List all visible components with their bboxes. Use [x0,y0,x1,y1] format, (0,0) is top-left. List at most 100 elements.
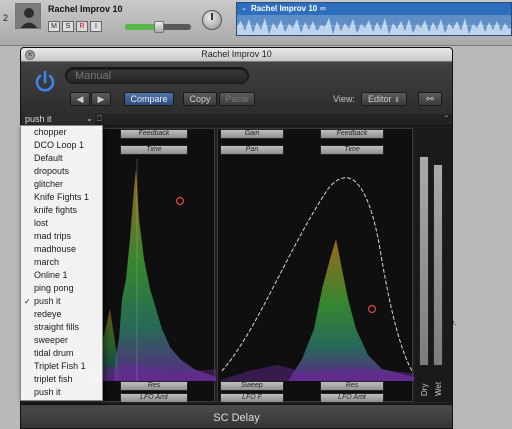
preset-item[interactable]: lost [21,217,102,230]
left-feedback-label: Feedback [120,129,188,139]
preset-item[interactable]: dropouts [21,165,102,178]
preset-item[interactable]: mad trips [21,230,102,243]
copy-button[interactable]: Copy [183,92,217,106]
previous-preset-button[interactable]: ◀ [70,92,90,106]
preset-item[interactable]: Default [21,152,102,165]
preset-item-label: ping pong [34,283,74,293]
track-icon[interactable] [15,3,41,29]
preset-item-label: Default [34,153,63,163]
preset-item-label: madhouse [34,244,77,254]
dry-label: Dry [420,383,429,396]
preset-item-label: glitcher [34,179,64,189]
left-time-label: Time [120,145,188,155]
next-preset-button[interactable]: ▶ [91,92,111,106]
record-button[interactable]: R [76,21,88,32]
audio-region[interactable]: ⌄ Rachel Improv 10 ∞ [236,2,512,36]
preset-item[interactable]: glitcher [21,178,102,191]
preset-item[interactable]: redeye [21,308,102,321]
chevron-updown-icon: ⇕ [394,97,400,104]
preset-item[interactable]: Online 1 [21,269,102,282]
preset-item[interactable]: push it [21,386,102,399]
preset-item-label: redeye [34,309,62,319]
left-res-label: Res [120,381,188,391]
waveform [237,18,511,35]
preset-name: Manual [75,70,112,82]
wet-slider[interactable] [433,164,443,366]
preset-item-label: chopper [34,127,67,137]
loop-icon: ∞ [320,4,326,13]
plugin-footer: SC Delay [21,404,452,428]
sweep-label: Sweep [220,381,284,391]
solo-button[interactable]: S [62,21,74,32]
track-name: Rachel Improv 10 [48,4,123,14]
link-button[interactable]: ⚯ [418,92,442,106]
compare-button[interactable]: Compare [124,92,174,106]
chevron-down-icon: ⌄ [86,114,93,123]
preset-item-label: lost [34,218,49,228]
preset-item-label: triplet fish [34,374,73,384]
preset-dropdown-menu: chopper DCO Loop 1 Default dropouts glit… [20,125,103,401]
preset-item[interactable]: madhouse [21,243,102,256]
preset-selector[interactable]: Manual [65,67,249,84]
person-icon [16,4,40,28]
track-number: 2 [3,13,9,23]
preset-item[interactable]: knife fights [21,204,102,217]
view-select[interactable]: Editor ⇕ [361,92,407,106]
preset-item-label: push it [34,387,61,397]
checkmark-icon: ✓ [24,297,31,306]
view-label: View: [333,94,355,104]
view-value: Editor [368,94,392,104]
left-lfo-amt-label: LFO Amt [120,393,188,403]
preset-item[interactable]: Triplet Fish 1 [21,360,102,373]
preset-item-label: sweeper [34,335,69,345]
right-lfo-amt-label: LFO Amt [320,393,384,403]
preset-item-label: Triplet Fish 1 [34,361,86,371]
wet-label: Wet [434,381,443,396]
pan-knob[interactable] [202,10,222,30]
preset-item-label: knife fights [34,205,78,215]
preset-search-value: push it [25,114,52,124]
pan-label: Pan [220,145,284,155]
preset-item-label: dropouts [34,166,70,176]
preset-item[interactable]: DCO Loop 1 [21,139,102,152]
preset-item[interactable]: tidal drum [21,347,102,360]
preset-item-label: push it [34,296,61,306]
preset-item[interactable]: sweeper [21,334,102,347]
preset-item-label: march [34,257,60,267]
volume-handle[interactable] [154,21,164,33]
dry-slider[interactable] [419,156,429,366]
right-feedback-label: Feedback [320,129,384,139]
right-delay-panel: Gain Pan Feedback Time Sweep LFO F Res L… [217,128,414,403]
gain-label: Gain [220,129,284,139]
plugin-toolbar: ⎕ ⌃ [95,114,452,126]
right-res-label: Res [320,381,384,391]
right-time-label: Time [320,145,384,155]
plugin-titlebar[interactable]: × Rachel Improv 10 [21,48,452,62]
plugin-name: SC Delay [213,412,260,424]
input-monitor-button[interactable]: I [90,21,102,32]
right-spectrum [218,177,414,381]
preset-item[interactable]: triplet fish [21,373,102,386]
mute-button[interactable]: M [48,21,60,32]
dry-wet-section: Dry Wet [415,128,452,402]
preset-item[interactable]: ping pong [21,282,102,295]
disclosure-icon: ⌄ [241,5,247,12]
region-title-bar: ⌄ Rachel Improv 10 ∞ [237,3,511,15]
plugin-header: Manual ◀ ▶ Compare Copy Paste View: Edit… [21,62,452,114]
lfo-freq-label: LFO F [220,393,284,403]
preset-item-label: Knife Fights 1 [34,192,90,202]
preset-item[interactable]: chopper [21,126,102,139]
preset-item[interactable]: march [21,256,102,269]
power-icon[interactable] [33,69,57,95]
preset-item-label: straight fills [34,322,80,332]
volume-fader[interactable] [125,21,191,33]
paste-button[interactable]: Paste [219,92,255,106]
track-header: 2 Rachel Improv 10 M S R I ⌄ Rachel Impr… [0,0,512,46]
preset-item[interactable]: Knife Fights 1 [21,191,102,204]
edge-icon: ⌃ [443,114,450,123]
link-icon: ⚯ [426,94,434,104]
preset-item-selected[interactable]: ✓ push it [21,295,102,308]
preset-item-label: mad trips [34,231,72,241]
preset-item[interactable]: straight fills [21,321,102,334]
preset-item-label: DCO Loop 1 [34,140,85,150]
